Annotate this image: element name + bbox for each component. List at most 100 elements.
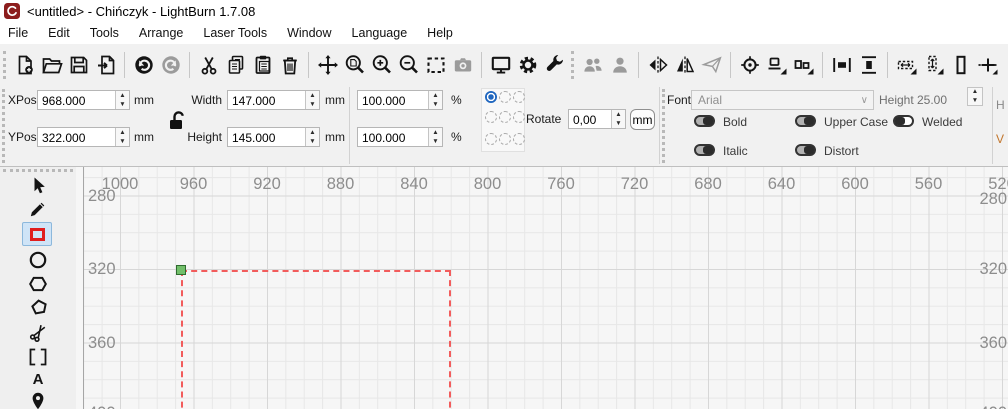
trash-icon	[279, 54, 301, 76]
panel-drag-handle[interactable]	[2, 89, 5, 163]
align-edges-button[interactable]	[790, 49, 817, 81]
font-family-select[interactable]: Arial ∨	[691, 90, 874, 110]
menu-window[interactable]: Window	[277, 24, 341, 42]
text-tool[interactable]: A	[16, 368, 60, 391]
flip-vertical-button[interactable]	[644, 49, 671, 81]
menu-file[interactable]: File	[0, 24, 38, 42]
align-objects-button[interactable]	[763, 49, 790, 81]
snip-tool[interactable]	[16, 320, 60, 343]
selection-handle[interactable]	[176, 265, 186, 275]
settings-button[interactable]	[514, 49, 541, 81]
show-origin-button[interactable]	[736, 49, 763, 81]
send-button[interactable]	[698, 49, 725, 81]
welded-toggle[interactable]	[893, 115, 914, 127]
toolbar-drag-handle[interactable]	[571, 51, 574, 79]
draw-lines-tool[interactable]	[16, 197, 60, 220]
rotate-spinner[interactable]: ▲▼	[611, 110, 625, 128]
open-file-button[interactable]	[38, 49, 65, 81]
ypos-spinner[interactable]: ▲▼	[115, 128, 129, 146]
upper-case-toggle[interactable]	[795, 115, 816, 127]
selection-rectangle[interactable]	[181, 270, 451, 409]
menu-edit[interactable]: Edit	[38, 24, 80, 42]
bold-toggle[interactable]	[694, 115, 715, 127]
italic-toggle[interactable]	[694, 144, 715, 156]
multi-user-button[interactable]	[579, 49, 606, 81]
ellipse-tool[interactable]	[16, 248, 60, 271]
zoom-page-button[interactable]	[341, 49, 368, 81]
anchor-middle-center[interactable]	[499, 111, 511, 123]
rectangle-icon	[30, 228, 45, 241]
paste-button[interactable]	[249, 49, 276, 81]
resize-width-button[interactable]	[893, 49, 920, 81]
width-field[interactable]: 147.000 ▲▼	[227, 90, 320, 110]
flip-horizontal-button[interactable]	[671, 49, 698, 81]
anchor-top-center[interactable]	[499, 91, 511, 103]
font-height-spinner[interactable]: ▲▼	[967, 87, 983, 106]
menu-arrange[interactable]: Arrange	[129, 24, 193, 42]
xpos-spinner[interactable]: ▲▼	[115, 91, 129, 109]
undo-button[interactable]	[130, 49, 157, 81]
scale-y-field[interactable]: 100.000 ▲▼	[357, 127, 443, 147]
anchor-top-left[interactable]	[485, 91, 497, 103]
units-mm-button[interactable]: mm	[630, 109, 655, 130]
ypos-unit: mm	[134, 130, 154, 144]
move-cross-button[interactable]	[974, 49, 1001, 81]
menu-laser-tools[interactable]: Laser Tools	[193, 24, 277, 42]
xpos-label: XPos	[8, 93, 37, 107]
height-field[interactable]: 145.000 ▲▼	[227, 127, 320, 147]
anchor-middle-left[interactable]	[485, 111, 497, 123]
shape-tool[interactable]	[16, 296, 60, 319]
workspace-canvas[interactable]: 1000 960 920 880 840 800 760 720 680 640…	[84, 167, 1008, 409]
cut-button[interactable]	[195, 49, 222, 81]
preview-button[interactable]	[487, 49, 514, 81]
polygon-tool[interactable]	[16, 272, 60, 295]
edit-frame-tool[interactable]	[16, 345, 60, 368]
resize-height-icon	[923, 54, 945, 76]
camera-button[interactable]	[449, 49, 476, 81]
font-panel-drag-handle[interactable]	[662, 89, 665, 163]
frame-selection-button[interactable]	[422, 49, 449, 81]
scale-y-spinner[interactable]: ▲▼	[428, 128, 442, 146]
resize-tall-button[interactable]	[947, 49, 974, 81]
toolbar-drag-handle[interactable]	[3, 51, 6, 79]
xpos-field[interactable]: 968.000 ▲▼	[37, 90, 130, 110]
save-button[interactable]	[65, 49, 92, 81]
anchor-top-right[interactable]	[513, 91, 525, 103]
palette-drag-handle[interactable]	[3, 169, 73, 172]
zoom-out-button[interactable]	[395, 49, 422, 81]
aspect-lock-icon[interactable]	[164, 108, 188, 132]
anchor-bottom-left[interactable]	[485, 133, 497, 145]
anchor-bottom-center[interactable]	[499, 133, 511, 145]
scale-x-field[interactable]: 100.000 ▲▼	[357, 90, 443, 110]
user-button[interactable]	[606, 49, 633, 81]
distribute-vertical-button[interactable]	[855, 49, 882, 81]
new-file-button[interactable]	[11, 49, 38, 81]
font-height-value[interactable]: 25.00	[917, 93, 947, 107]
italic-label: Italic	[723, 144, 748, 158]
menu-help[interactable]: Help	[417, 24, 463, 42]
select-tool[interactable]	[16, 174, 60, 197]
device-settings-button[interactable]	[541, 49, 568, 81]
ruler-label: 760	[547, 175, 575, 194]
menu-tools[interactable]: Tools	[80, 24, 129, 42]
copy-button[interactable]	[222, 49, 249, 81]
ruler-label: 400	[88, 404, 116, 409]
distort-toggle[interactable]	[795, 144, 816, 156]
width-spinner[interactable]: ▲▼	[305, 91, 319, 109]
resize-height-button[interactable]	[920, 49, 947, 81]
distribute-horizontal-button[interactable]	[828, 49, 855, 81]
anchor-bottom-right[interactable]	[513, 133, 525, 145]
zoom-in-button[interactable]	[368, 49, 395, 81]
menu-language[interactable]: Language	[342, 24, 418, 42]
import-button[interactable]	[92, 49, 119, 81]
anchor-middle-right[interactable]	[513, 111, 525, 123]
delete-button[interactable]	[276, 49, 303, 81]
scale-x-spinner[interactable]: ▲▼	[428, 91, 442, 109]
height-spinner[interactable]: ▲▼	[305, 128, 319, 146]
rotate-field[interactable]: 0,00 ▲▼	[568, 109, 626, 129]
position-laser-tool[interactable]	[16, 389, 60, 409]
redo-button[interactable]	[157, 49, 184, 81]
pan-button[interactable]	[314, 49, 341, 81]
rectangle-tool[interactable]	[22, 222, 52, 246]
ypos-field[interactable]: 322.000 ▲▼	[37, 127, 130, 147]
